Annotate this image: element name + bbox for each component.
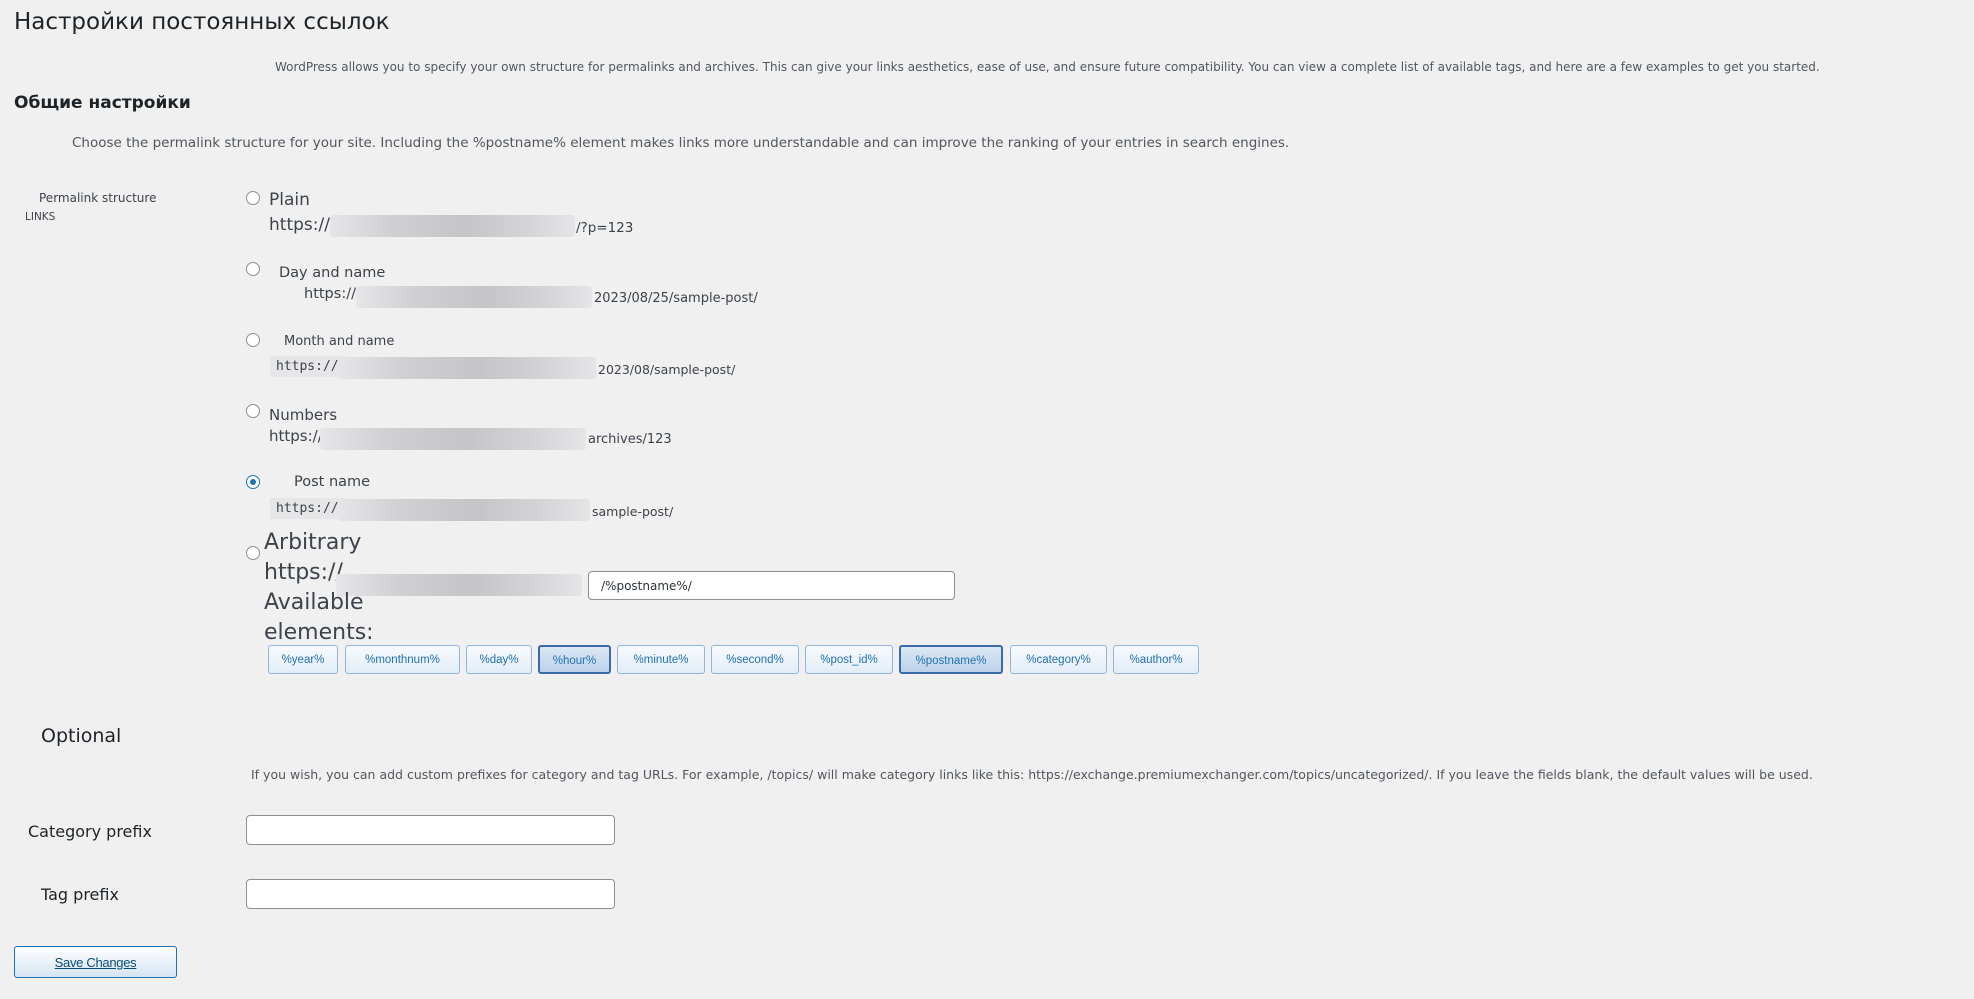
radio-custom[interactable]	[246, 546, 260, 560]
option-label-plain: Plain	[269, 190, 310, 210]
radio-month-name[interactable]	[246, 333, 260, 347]
option-label-numbers: Numbers	[269, 406, 338, 424]
url-suffix-post-name: sample-post/	[592, 504, 674, 519]
url-suffix-month-name: 2023/08/sample-post/	[598, 362, 736, 377]
url-prefix-numbers: https://	[269, 427, 323, 445]
radio-numbers[interactable]	[246, 404, 260, 418]
option-label-post-name: Post name	[294, 474, 371, 490]
tag-button-category[interactable]: %category%	[1010, 645, 1107, 674]
tag-button-author[interactable]: %author%	[1113, 645, 1199, 674]
tag-button-hour[interactable]: %hour%	[538, 645, 611, 674]
available-elements-label-2: elements:	[264, 620, 374, 645]
redacted-domain	[338, 499, 590, 521]
url-prefix-month-name: https://	[270, 356, 345, 377]
category-prefix-input[interactable]	[246, 815, 615, 845]
redacted-domain	[320, 428, 586, 450]
url-suffix-numbers: archives/123	[588, 432, 672, 447]
url-suffix-day-name: 2023/08/25/sample-post/	[594, 291, 758, 306]
intro-text: WordPress allows you to specify your own…	[275, 60, 1820, 74]
radio-post-name[interactable]	[246, 475, 260, 489]
tag-button-postname[interactable]: %postname%	[899, 645, 1003, 674]
redacted-domain	[336, 574, 582, 596]
tag-prefix-label: Tag prefix	[41, 885, 119, 904]
category-prefix-label: Category prefix	[28, 822, 152, 841]
radio-day-name[interactable]	[246, 262, 260, 276]
option-label-month-name: Month and name	[284, 334, 395, 349]
url-prefix-day-name: https://	[304, 286, 356, 302]
redacted-domain	[356, 286, 592, 308]
tag-button-day[interactable]: %day%	[466, 645, 532, 674]
optional-heading: Optional	[41, 725, 122, 747]
url-prefix-plain: https://	[269, 215, 330, 235]
redacted-domain	[330, 215, 575, 237]
tag-button-post-id[interactable]: %post_id%	[805, 645, 893, 674]
common-settings-heading: Общие настройки	[14, 93, 191, 113]
permalink-structure-sublabel: LINKS	[25, 211, 56, 223]
option-label-day-name: Day and name	[279, 265, 386, 281]
tag-button-minute[interactable]: %minute%	[617, 645, 705, 674]
optional-description: If you wish, you can add custom prefixes…	[251, 767, 1813, 782]
url-prefix-post-name: https://	[270, 498, 345, 519]
url-suffix-plain: /?p=123	[576, 220, 634, 236]
save-changes-button[interactable]: Save Changes	[14, 946, 177, 978]
tag-button-year[interactable]: %year%	[268, 645, 338, 674]
radio-plain[interactable]	[246, 191, 260, 205]
url-prefix-custom: https://	[264, 560, 343, 585]
redacted-domain	[338, 357, 596, 379]
page-title: Настройки постоянных ссылок	[14, 9, 390, 35]
tag-prefix-input[interactable]	[246, 879, 615, 909]
tag-button-monthnum[interactable]: %monthnum%	[345, 645, 460, 674]
available-elements-label: Available	[264, 590, 364, 615]
permalink-structure-label: Permalink structure	[39, 191, 157, 205]
common-settings-description: Choose the permalink structure for your …	[72, 135, 1290, 151]
option-label-custom: Arbitrary	[264, 530, 362, 555]
tag-button-second[interactable]: %second%	[711, 645, 799, 674]
custom-structure-input[interactable]	[588, 571, 955, 600]
